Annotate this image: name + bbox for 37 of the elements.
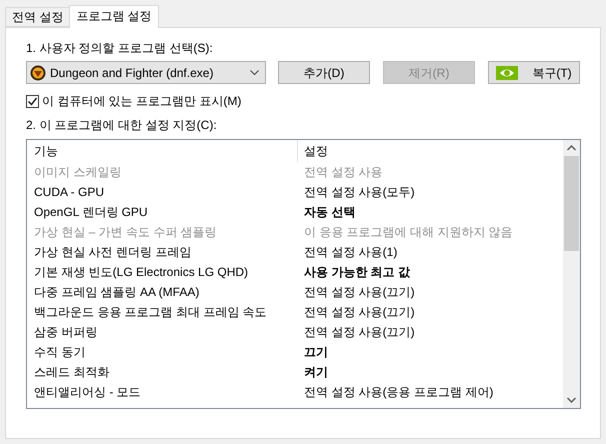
feature-cell[interactable]: 스레드 최적화 — [27, 363, 297, 381]
setting-cell[interactable]: 켜기 — [297, 363, 563, 381]
action-button[interactable]: 복구(T) — [488, 61, 580, 84]
setting-cell[interactable]: 끄기 — [297, 343, 563, 361]
section-label: 1. 사용자 정의할 프로그램 선택(S): — [26, 40, 214, 57]
feature-cell[interactable]: 다중 프레임 샘플링 AA (MFAA) — [27, 283, 297, 301]
scroll-thumb[interactable] — [564, 156, 579, 251]
program-dropdown[interactable]: Dungeon and Fighter (dnf.exe) — [26, 61, 266, 84]
setting-cell[interactable]: 전역 설정 사용(끄기) — [297, 323, 563, 341]
feature-cell[interactable]: 삼중 버퍼링 — [27, 323, 297, 341]
setting-cell[interactable]: 자동 선택 — [297, 203, 563, 221]
setting-cell[interactable]: 전역 설정 사용(모두) — [297, 183, 563, 201]
feature-cell[interactable]: OpenGL 렌더링 GPU — [27, 203, 297, 221]
logo-icon — [496, 66, 518, 80]
scroll-up-icon[interactable] — [567, 145, 576, 151]
setting-cell[interactable]: 전역 설정 사용(끄기) — [297, 303, 563, 321]
scroll-down-icon[interactable] — [567, 397, 576, 403]
setting-cell[interactable]: 사용 가능한 최고 값 — [297, 263, 563, 281]
checkbox[interactable] — [26, 94, 39, 108]
setting-cell[interactable]: 전역 설정 사용(응용 프로그램 제어) — [297, 383, 563, 401]
checkbox-label: 이 컴퓨터에 있는 프로그램만 표시(M) — [42, 93, 242, 110]
game-icon — [30, 64, 46, 80]
column-header[interactable]: 기능 — [27, 142, 297, 160]
scrollbar[interactable] — [563, 140, 580, 408]
feature-cell[interactable]: 앤티앨리어싱 - 모드 — [27, 383, 297, 401]
feature-cell[interactable]: 수직 동기 — [27, 343, 297, 361]
feature-cell[interactable]: 백그라운드 응용 프로그램 최대 프레임 속도 — [27, 303, 297, 321]
setting-cell[interactable]: 전역 설정 사용(끄기) — [297, 283, 563, 301]
tab[interactable]: 전역 설정 — [5, 7, 70, 27]
action-button[interactable]: 추가(D) — [278, 61, 370, 84]
tab[interactable]: 프로그램 설정 — [69, 5, 159, 28]
feature-cell[interactable]: 기본 재생 빈도(LG Electronics LG QHD) — [27, 263, 297, 281]
feature-cell[interactable]: CUDA - GPU — [27, 183, 297, 201]
setting-cell[interactable]: 전역 설정 사용(1) — [297, 243, 563, 261]
chevron-down-icon — [250, 70, 259, 76]
section-label: 2. 이 프로그램에 대한 설정 지정(C): — [26, 117, 218, 134]
feature-cell[interactable]: 가상 현실 사전 렌더링 프레임 — [27, 243, 297, 261]
